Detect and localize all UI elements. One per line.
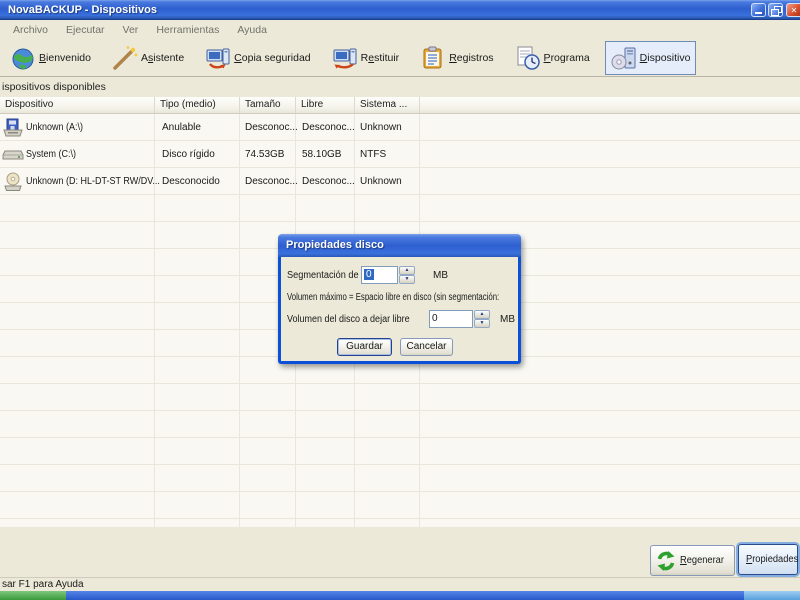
window-titlebar[interactable]: NovaBACKUP - Dispositivos (0, 0, 800, 20)
section-label: ispositivos disponibles (2, 81, 106, 93)
menu-ejecutar[interactable]: Ejecutar (57, 22, 114, 38)
device-name: System (C:\) (26, 149, 77, 160)
globe-icon (12, 48, 34, 70)
device-table-header: Dispositivo Tipo (medio) Tamaño Libre Si… (0, 97, 800, 114)
spin-down-icon[interactable]: ▼ (474, 319, 490, 328)
floppy-disk-icon (0, 118, 26, 138)
menu-bar: Archivo Ejecutar Ver Herramientas Ayuda (0, 20, 800, 40)
toolbar-label: Restituir (360, 52, 400, 64)
volumen-libre-stepper: ▲ ▼ (474, 310, 490, 328)
backup-computer-icon (206, 48, 230, 69)
window-title: NovaBACKUP - Dispositivos (8, 4, 157, 16)
device-name: Unknown (A:\) (26, 122, 84, 133)
menu-herramientas[interactable]: Herramientas (147, 22, 228, 38)
device-sistema: Unknown (360, 176, 402, 187)
device-tipo: Desconocido (162, 176, 220, 187)
column-header-empty (420, 97, 800, 113)
propiedades-button[interactable]: Propiedades (738, 544, 798, 575)
device-tipo: Disco rígido (162, 149, 215, 160)
toolbar-label: Asistente (140, 52, 185, 64)
regenerar-button[interactable]: Regenerar (650, 545, 735, 576)
spin-up-icon[interactable]: ▲ (474, 310, 490, 319)
segmentacion-unit: MB (433, 270, 448, 281)
minimize-button[interactable] (751, 3, 766, 17)
schedule-icon (517, 46, 540, 70)
status-text: sar F1 para Ayuda (2, 579, 84, 590)
hard-disk-icon (0, 145, 26, 165)
device-libre: Desconoc... (302, 122, 355, 133)
menu-ayuda[interactable]: Ayuda (228, 22, 276, 38)
cd-drive-icon (0, 172, 26, 192)
column-header-dispositivo[interactable]: Dispositivo (0, 97, 155, 113)
toolbar-label: Copia seguridad (234, 52, 311, 64)
device-sistema: NTFS (360, 149, 387, 160)
close-button[interactable] (786, 3, 800, 17)
logs-clipboard-icon (423, 46, 442, 69)
toolbar-copia-seguridad-button[interactable]: Copia seguridad (199, 41, 316, 75)
toolbar-label: Dispositivo (639, 52, 691, 64)
start-button-edge[interactable] (0, 591, 66, 600)
toolbar-registros-button[interactable]: Registros (414, 41, 499, 75)
guardar-button[interactable]: Guardar (337, 338, 392, 356)
device-tamano: 74.53GB (245, 149, 285, 160)
dialog-titlebar[interactable]: Propiedades disco (278, 234, 521, 257)
column-header-libre[interactable]: Libre (296, 97, 355, 113)
volumen-maximo-caption: Volumen máximo = Espacio libre en disco … (287, 292, 500, 303)
restore-computer-icon (333, 48, 357, 69)
status-bar: sar F1 para Ayuda (0, 577, 800, 591)
device-name: Unknown (D: HL-DT-ST RW/DV... (26, 176, 160, 187)
menu-ver[interactable]: Ver (114, 22, 148, 38)
column-header-tamano[interactable]: Tamaño (240, 97, 296, 113)
toolbar-label: Programa (543, 52, 590, 64)
toolbar-programa-button[interactable]: Programa (509, 41, 596, 75)
segmentacion-label: Segmentación de (287, 270, 359, 281)
menu-archivo[interactable]: Archivo (4, 22, 57, 38)
spin-down-icon[interactable]: ▼ (399, 275, 415, 284)
button-label: Propiedades (746, 554, 799, 565)
device-icon (611, 47, 636, 70)
volumen-libre-unit: MB (500, 314, 515, 325)
taskbar-strip (0, 591, 800, 600)
spin-up-icon[interactable]: ▲ (399, 266, 415, 275)
system-tray-edge (744, 591, 800, 600)
restore-button[interactable] (768, 3, 783, 17)
column-header-sistema[interactable]: Sistema ... (355, 97, 420, 113)
device-tipo: Anulable (162, 122, 201, 133)
magic-wand-icon (113, 46, 138, 70)
button-label: Regenerar (680, 555, 724, 566)
segmentacion-stepper: ▲ ▼ (399, 266, 415, 284)
toolbar-bienvenido-button[interactable]: Bienvenido (4, 41, 97, 75)
device-libre: Desconoc... (302, 176, 355, 187)
propiedades-disco-dialog: Propiedades disco Segmentación de 0 ▲ ▼ … (278, 234, 521, 364)
toolbar-label: Bienvenido (39, 52, 91, 64)
volumen-libre-label: Volumen del disco a dejar libre (287, 314, 410, 325)
table-row[interactable]: Unknown (D: HL-DT-ST RW/DV... Desconocid… (0, 168, 800, 195)
cancelar-button[interactable]: Cancelar (400, 338, 453, 356)
table-row[interactable]: Unknown (A:\) Anulable Desconoc... Desco… (0, 114, 800, 141)
column-header-tipo[interactable]: Tipo (medio) (155, 97, 240, 113)
table-row[interactable]: System (C:\) Disco rígido 74.53GB 58.10G… (0, 141, 800, 168)
volumen-libre-input[interactable]: 0 (429, 310, 473, 328)
main-toolbar: Bienvenido Asistente Copia seguridad Res… (0, 40, 800, 77)
toolbar-label: Registros (449, 52, 494, 64)
device-tamano: Desconoc... (245, 122, 298, 133)
toolbar-restituir-button[interactable]: Restituir (326, 41, 406, 75)
segmentacion-value: 0 (364, 269, 374, 280)
toolbar-asistente-button[interactable]: Asistente (106, 41, 190, 75)
application-window: NovaBACKUP - Dispositivos Archivo Ejecut… (0, 0, 800, 600)
device-sistema: Unknown (360, 122, 402, 133)
segmentacion-input[interactable]: 0 (361, 266, 398, 284)
device-tamano: Desconoc... (245, 176, 298, 187)
device-libre: 58.10GB (302, 149, 342, 160)
toolbar-dispositivo-button[interactable]: Dispositivo (604, 41, 697, 75)
volumen-libre-value: 0 (432, 313, 438, 324)
dialog-body: Segmentación de 0 ▲ ▼ MB Volumen máximo … (281, 257, 518, 361)
taskbar-edge (66, 591, 744, 600)
refresh-icon (657, 550, 675, 571)
